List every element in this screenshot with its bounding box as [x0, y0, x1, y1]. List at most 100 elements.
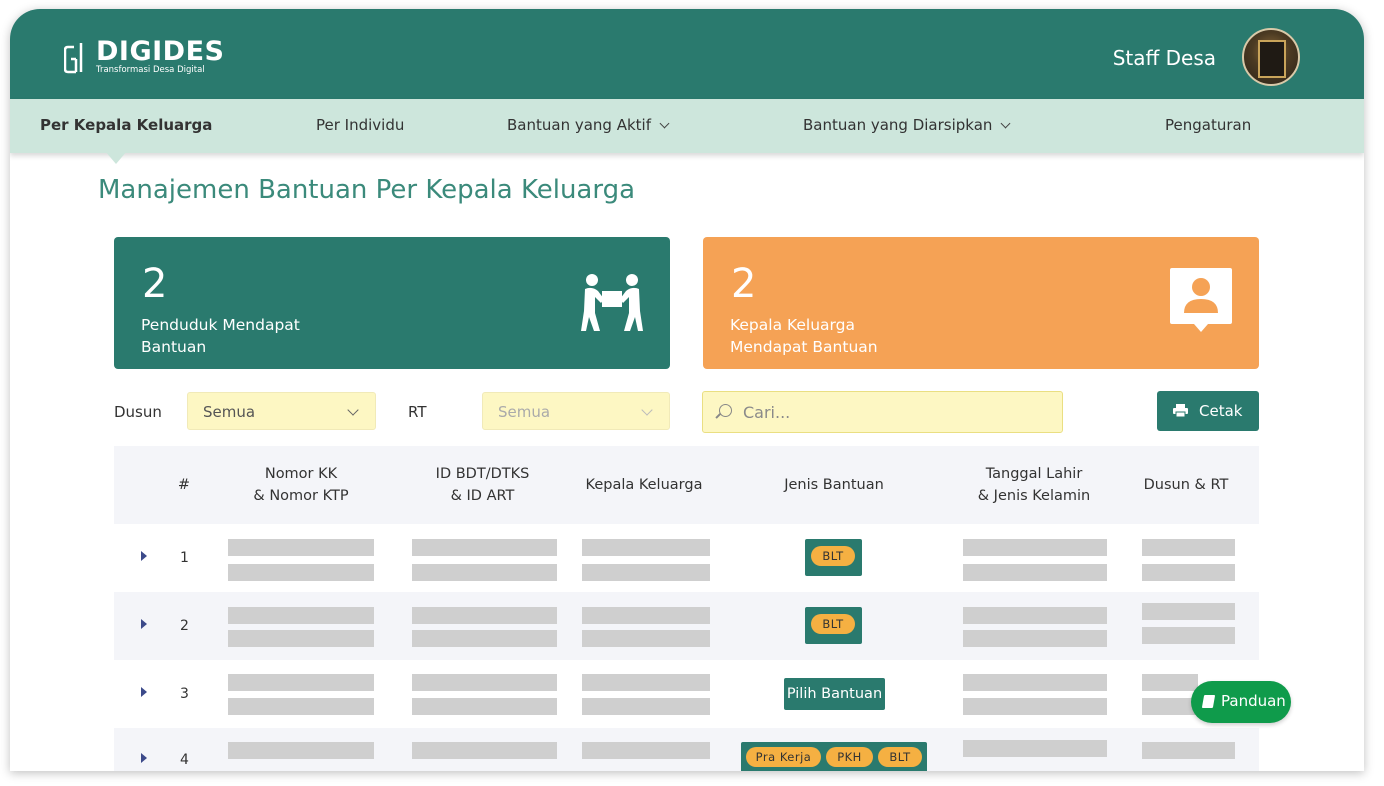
stat-card-kepala-keluarga: 2 Kepala Keluarga Mendapat Bantuan	[703, 237, 1259, 369]
stat-card-penduduk: 2 Penduduk Mendapat Bantuan	[114, 237, 670, 369]
dusun-label: Dusun	[114, 403, 162, 421]
redacted-cell	[1142, 603, 1235, 620]
logo-mark-icon	[64, 42, 83, 73]
logo-title: DIGIDES	[96, 36, 225, 67]
search-icon	[719, 404, 732, 417]
redacted-cell	[582, 674, 710, 691]
dusun-select-value: Semua	[203, 403, 256, 421]
redacted-cell	[1142, 742, 1235, 759]
bantuan-pill: BLT	[811, 614, 855, 634]
panduan-label: Panduan	[1221, 692, 1286, 710]
redacted-cell	[412, 674, 557, 691]
table-row[interactable]: 3 Pilih Bantuan	[114, 660, 1259, 728]
col-header-jenis-bantuan[interactable]: Jenis Bantuan	[764, 474, 904, 496]
redacted-cell	[963, 740, 1107, 757]
bantuan-group[interactable]: BLT	[805, 607, 862, 644]
avatar[interactable]	[1242, 28, 1300, 86]
redacted-cell	[582, 607, 710, 624]
stat-value: 2	[142, 261, 168, 307]
active-nav-pointer	[105, 151, 127, 164]
logo-subtitle: Transformasi Desa Digital	[96, 65, 205, 75]
redacted-cell	[1142, 698, 1198, 715]
pilih-bantuan-button[interactable]: Pilih Bantuan	[784, 678, 885, 710]
rt-label: RT	[408, 403, 427, 421]
top-bar: DIGIDES Transformasi Desa Digital Staff …	[10, 9, 1364, 99]
user-name[interactable]: Staff Desa	[1113, 46, 1216, 70]
nav-item-per-individu[interactable]: Per Individu	[316, 116, 404, 134]
expand-caret-icon[interactable]	[141, 753, 147, 763]
redacted-cell	[228, 742, 374, 759]
bantuan-group[interactable]: BLT	[805, 539, 862, 576]
chevron-down-icon	[1000, 118, 1011, 129]
table-row[interactable]: 2 BLT	[114, 592, 1259, 660]
stat-label: Kepala Keluarga Mendapat Bantuan	[730, 316, 878, 356]
row-number: 1	[180, 550, 189, 566]
chevron-down-icon	[347, 404, 359, 416]
printer-icon	[1173, 404, 1188, 417]
redacted-cell	[228, 698, 374, 715]
redacted-cell	[412, 607, 557, 624]
page-title: Manajemen Bantuan Per Kepala Keluarga	[98, 175, 636, 205]
search-input[interactable]	[743, 392, 1043, 432]
print-button-label: Cetak	[1199, 402, 1243, 420]
bantuan-pill: BLT	[878, 747, 922, 767]
col-header-dusun-rt[interactable]: Dusun & RT	[1136, 474, 1236, 496]
redacted-cell	[963, 630, 1107, 647]
print-button[interactable]: Cetak	[1157, 391, 1259, 431]
redacted-cell	[963, 674, 1107, 691]
app-window: DIGIDES Transformasi Desa Digital Staff …	[10, 9, 1364, 771]
redacted-cell	[582, 630, 710, 647]
nav-item-pengaturan[interactable]: Pengaturan	[1165, 116, 1251, 134]
redacted-cell	[582, 539, 710, 556]
user-profile-card-icon	[1170, 268, 1232, 332]
stat-label: Penduduk Mendapat Bantuan	[141, 316, 300, 356]
expand-caret-icon[interactable]	[141, 619, 147, 629]
redacted-cell	[963, 564, 1107, 581]
bantuan-pill: PKH	[826, 747, 873, 767]
col-header-id-bdt[interactable]: ID BDT/DTKS & ID ART	[409, 463, 556, 507]
col-header-kepala-keluarga[interactable]: Kepala Keluarga	[574, 474, 714, 496]
redacted-cell	[963, 539, 1107, 556]
expand-caret-icon[interactable]	[141, 551, 147, 561]
book-icon	[1201, 695, 1216, 708]
people-carrying-box-icon	[581, 274, 643, 331]
nav-item-bantuan-aktif[interactable]: Bantuan yang Aktif	[507, 116, 670, 134]
nav-item-per-kepala-keluarga[interactable]: Per Kepala Keluarga	[40, 116, 212, 134]
redacted-cell	[1142, 627, 1235, 644]
redacted-cell	[228, 607, 374, 624]
rt-select-value: Semua	[498, 403, 551, 421]
search-field[interactable]	[702, 391, 1063, 433]
dusun-select[interactable]: Semua	[187, 392, 376, 430]
redacted-cell	[582, 742, 710, 759]
redacted-cell	[412, 539, 557, 556]
panduan-button[interactable]: Panduan	[1191, 681, 1291, 723]
table-header: # Nomor KK & Nomor KTP ID BDT/DTKS & ID AR…	[114, 446, 1259, 524]
logo[interactable]: DIGIDES Transformasi Desa Digital	[64, 36, 225, 76]
nav-item-bantuan-diarsipkan[interactable]: Bantuan yang Diarsipkan	[803, 116, 1011, 134]
redacted-cell	[228, 674, 374, 691]
redacted-cell	[582, 564, 710, 581]
redacted-cell	[228, 539, 374, 556]
redacted-cell	[412, 564, 557, 581]
table-row[interactable]: 4 Pra Kerja PKH BLT	[114, 728, 1259, 771]
redacted-cell	[412, 742, 557, 759]
col-header-index: #	[177, 477, 191, 493]
redacted-cell	[1142, 674, 1198, 691]
redacted-cell	[1142, 539, 1235, 556]
redacted-cell	[228, 630, 374, 647]
redacted-cell	[582, 698, 710, 715]
row-number: 4	[180, 752, 189, 768]
redacted-cell	[412, 630, 557, 647]
redacted-cell	[412, 698, 557, 715]
bantuan-group[interactable]: Pra Kerja PKH BLT	[741, 742, 927, 771]
stat-value: 2	[731, 261, 757, 307]
expand-caret-icon[interactable]	[141, 687, 147, 697]
table-row[interactable]: 1 BLT	[114, 524, 1259, 592]
row-number: 2	[180, 618, 189, 634]
rt-select[interactable]: Semua	[482, 392, 670, 430]
redacted-cell	[963, 698, 1107, 715]
redacted-cell	[228, 564, 374, 581]
main-nav: Per Kepala Keluarga Per Individu Bantuan…	[10, 99, 1364, 153]
col-header-nomor-kk[interactable]: Nomor KK & Nomor KTP	[226, 463, 376, 507]
col-header-tanggal-lahir[interactable]: Tanggal Lahir & Jenis Kelamin	[959, 463, 1109, 507]
